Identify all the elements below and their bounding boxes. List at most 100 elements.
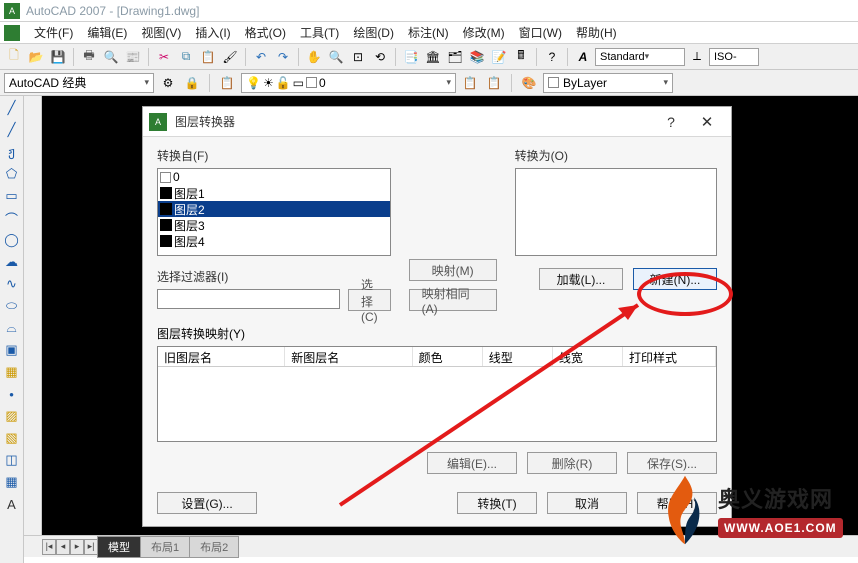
menu-help[interactable]: 帮助(H) — [570, 22, 623, 43]
zoom-icon[interactable]: 🔍 — [326, 47, 346, 67]
th-ltype[interactable]: 线型 — [483, 347, 553, 366]
ellipse-arc-icon[interactable]: ⌓ — [2, 318, 22, 338]
filter-input[interactable] — [157, 289, 340, 309]
convert-to-list[interactable] — [515, 168, 717, 256]
xline-icon[interactable]: ╱ — [2, 120, 22, 140]
hatch-icon[interactable]: ▨ — [2, 406, 22, 426]
edit-button[interactable]: 编辑(E)... — [427, 452, 517, 474]
menu-edit[interactable]: 编辑(E) — [81, 22, 133, 43]
layer-states-icon[interactable]: 📋 — [484, 73, 504, 93]
dimstyle-select[interactable]: ISO- — [709, 48, 759, 66]
insert-icon[interactable]: ▣ — [2, 340, 22, 360]
th-color[interactable]: 颜色 — [413, 347, 483, 366]
layer-select[interactable]: 💡 ☀ 🔓 ▭ 0 ▾ — [241, 73, 456, 93]
point-icon[interactable]: • — [2, 384, 22, 404]
pline-icon[interactable]: ჟ — [2, 142, 22, 162]
mtext-icon[interactable]: A — [2, 494, 22, 514]
map-same-button[interactable]: 映射相同(A) — [409, 289, 497, 311]
tab-first-icon[interactable]: |◂ — [42, 539, 56, 555]
tab-layout2[interactable]: 布局2 — [189, 536, 239, 558]
tab-layout1[interactable]: 布局1 — [140, 536, 190, 558]
menu-window[interactable]: 窗口(W) — [513, 22, 568, 43]
spline-icon[interactable]: ∿ — [2, 274, 22, 294]
convert-button[interactable]: 转换(T) — [457, 492, 537, 514]
layers-icon[interactable]: 📋 — [217, 73, 237, 93]
print-icon[interactable]: 🖶 — [79, 47, 99, 67]
list-item[interactable]: 0 — [158, 169, 390, 185]
ellipse-icon[interactable]: ⬭ — [2, 296, 22, 316]
rectangle-icon[interactable]: ▭ — [2, 186, 22, 206]
zoom-prev-icon[interactable]: ⟲ — [370, 47, 390, 67]
list-item[interactable]: 图层4 — [158, 233, 390, 249]
tab-next-icon[interactable]: ▸ — [70, 539, 84, 555]
plot-preview-icon[interactable]: 🔍 — [101, 47, 121, 67]
dimstyle-icon[interactable]: ⟂ — [687, 47, 707, 67]
textstyle-icon[interactable]: A — [573, 47, 593, 67]
settings-button[interactable]: 设置(G)... — [157, 492, 257, 514]
th-new[interactable]: 新图层名 — [285, 347, 412, 366]
tab-model[interactable]: 模型 — [97, 536, 141, 558]
new-icon[interactable]: 🗋 — [4, 47, 24, 67]
list-item[interactable]: 图层3 — [158, 217, 390, 233]
sheet-set-icon[interactable]: 📚 — [467, 47, 487, 67]
workspace-lock-icon[interactable]: 🔒 — [182, 73, 202, 93]
menu-draw[interactable]: 绘图(D) — [347, 22, 400, 43]
calc-icon[interactable]: 🖩 — [511, 47, 531, 67]
th-old[interactable]: 旧图层名 — [158, 347, 285, 366]
layer-prev-icon[interactable]: 📋 — [460, 73, 480, 93]
region-icon[interactable]: ◫ — [2, 450, 22, 470]
list-item[interactable]: 图层1 — [158, 185, 390, 201]
properties-icon[interactable]: 📑 — [401, 47, 421, 67]
zoom-window-icon[interactable]: ⊡ — [348, 47, 368, 67]
cut-icon[interactable]: ✂ — [154, 47, 174, 67]
list-item[interactable]: 图层2 — [158, 201, 390, 217]
help-icon[interactable]: ? — [542, 47, 562, 67]
menu-format[interactable]: 格式(O) — [239, 22, 292, 43]
tab-last-icon[interactable]: ▸| — [84, 539, 98, 555]
arc-icon[interactable]: ⌒ — [2, 208, 22, 228]
load-button[interactable]: 加载(L)... — [539, 268, 623, 290]
tool-palette-icon[interactable]: 🗂 — [445, 47, 465, 67]
textstyle-select[interactable]: Standard▾ — [595, 48, 685, 66]
th-lw[interactable]: 线宽 — [553, 347, 623, 366]
save-icon[interactable]: 💾 — [48, 47, 68, 67]
line-icon[interactable]: ╱ — [2, 98, 22, 118]
polygon-icon[interactable]: ⬠ — [2, 164, 22, 184]
menu-tools[interactable]: 工具(T) — [294, 22, 345, 43]
menu-view[interactable]: 视图(V) — [135, 22, 187, 43]
color-select[interactable]: ByLayer ▾ — [543, 73, 673, 93]
redo-icon[interactable]: ↷ — [273, 47, 293, 67]
circle-icon[interactable]: ◯ — [2, 230, 22, 250]
copy-icon[interactable]: ⧉ — [176, 47, 196, 67]
table-icon[interactable]: ▦ — [2, 472, 22, 492]
menu-dimension[interactable]: 标注(N) — [402, 22, 455, 43]
dialog-close-icon[interactable]: ✕ — [689, 111, 725, 133]
th-pstyle[interactable]: 打印样式 — [623, 347, 716, 366]
menu-insert[interactable]: 插入(I) — [189, 22, 236, 43]
mapping-table[interactable]: 旧图层名 新图层名 颜色 线型 线宽 打印样式 — [157, 346, 717, 442]
design-center-icon[interactable]: 🏛 — [423, 47, 443, 67]
workspace-select[interactable]: AutoCAD 经典▾ — [4, 73, 154, 93]
workspace-settings-icon[interactable]: ⚙ — [158, 73, 178, 93]
dialog-titlebar[interactable]: A 图层转换器 ? ✕ — [143, 107, 731, 137]
undo-icon[interactable]: ↶ — [251, 47, 271, 67]
new-button[interactable]: 新建(N)... — [633, 268, 717, 290]
dialog-help-icon[interactable]: ? — [653, 114, 689, 130]
open-icon[interactable]: 📂 — [26, 47, 46, 67]
map-button[interactable]: 映射(M) — [409, 259, 497, 281]
publish-icon[interactable]: 📰 — [123, 47, 143, 67]
match-icon[interactable]: 🖌 — [220, 47, 240, 67]
convert-from-list[interactable]: 0图层1图层2图层3图层4 — [157, 168, 391, 256]
tab-prev-icon[interactable]: ◂ — [56, 539, 70, 555]
paste-icon[interactable]: 📋 — [198, 47, 218, 67]
revcloud-icon[interactable]: ☁ — [2, 252, 22, 272]
pan-icon[interactable]: ✋ — [304, 47, 324, 67]
gradient-icon[interactable]: ▧ — [2, 428, 22, 448]
select-button[interactable]: 选择(C) — [348, 289, 391, 311]
menu-modify[interactable]: 修改(M) — [457, 22, 511, 43]
markup-icon[interactable]: 📝 — [489, 47, 509, 67]
block-icon[interactable]: ▦ — [2, 362, 22, 382]
delete-button[interactable]: 删除(R) — [527, 452, 617, 474]
cancel-button[interactable]: 取消 — [547, 492, 627, 514]
color-icon[interactable]: 🎨 — [519, 73, 539, 93]
